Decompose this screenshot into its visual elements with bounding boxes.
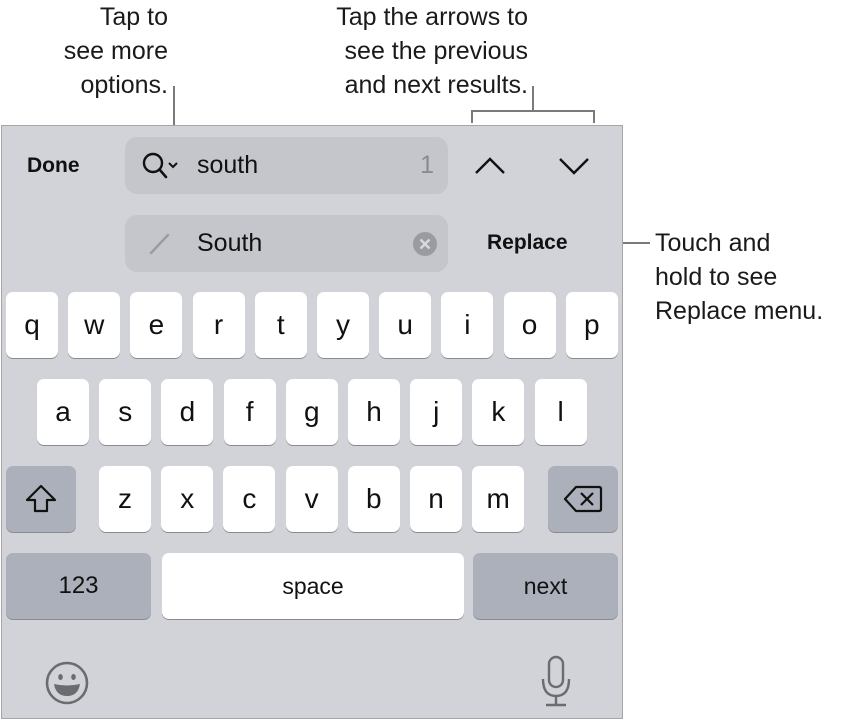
key-m[interactable]: m [472,466,525,532]
key-w[interactable]: w [68,292,121,358]
key-label: t [276,309,285,340]
key-d[interactable]: d [161,379,214,445]
leader-line-arrows-left [471,110,473,123]
replace-field[interactable]: South [125,215,448,272]
key-o[interactable]: o [503,292,556,358]
done-button[interactable]: Done [27,154,80,178]
next-key[interactable]: next [473,553,618,619]
callout-arrows: Tap the arrows to see the previous and n… [336,3,528,99]
key-label: e [148,309,165,340]
backspace-icon [563,485,603,513]
key-a[interactable]: a [37,379,89,445]
shift-icon [25,484,57,513]
key-label: h [366,396,382,427]
pencil-icon [149,233,170,255]
key-label: b [366,483,382,514]
callout-more-options: Tap to see more options. [63,3,168,99]
key-e[interactable]: e [130,292,183,358]
key-label: q [24,309,40,340]
key-h[interactable]: h [348,379,400,445]
clear-icon[interactable] [412,231,438,257]
delete-key[interactable] [548,466,618,532]
previous-result-button[interactable] [470,153,510,179]
key-label: n [428,483,444,514]
key-label: i [464,309,471,340]
key-f[interactable]: f [223,379,276,445]
key-v[interactable]: v [285,466,338,532]
key-label: c [242,483,257,514]
key-c[interactable]: c [223,466,276,532]
key-label: v [304,483,319,514]
key-y[interactable]: y [317,292,369,358]
key-g[interactable]: g [285,379,338,445]
key-label: k [491,396,506,427]
match-count: 1 [420,151,434,179]
find-replace-keyboard: Done south 1 South Replace q w e r t y u i o p a s… [1,125,623,719]
key-label: l [557,396,564,427]
key-s[interactable]: s [99,379,152,445]
key-label: y [336,309,350,340]
search-options-icon[interactable] [141,151,183,181]
key-n[interactable]: n [410,466,462,532]
key-label: p [584,309,600,340]
space-key[interactable]: space [162,553,464,619]
key-label: g [304,396,320,427]
key-t[interactable]: t [254,292,307,358]
key-k[interactable]: k [472,379,525,445]
emoji-icon[interactable] [44,660,90,706]
search-input[interactable]: south [197,151,258,180]
key-b[interactable]: b [347,466,400,532]
key-label: d [179,396,196,427]
key-label: r [213,309,224,340]
key-label: w [84,309,105,340]
key-i[interactable]: i [441,292,494,358]
replace-button[interactable]: Replace [487,231,568,255]
key-z[interactable]: z [99,466,151,532]
key-x[interactable]: x [161,466,214,532]
search-field[interactable]: south 1 [125,137,448,194]
key-label: s [118,396,133,427]
replace-input[interactable]: South [197,229,262,258]
leader-line-arrows-stem [532,86,534,112]
numbers-key[interactable]: 123 [6,553,151,619]
leader-line-arrows-bracket [471,110,595,112]
next-key-label: next [523,572,568,599]
leader-line-arrows-right [593,110,595,123]
key-u[interactable]: u [379,292,432,358]
key-q[interactable]: q [6,292,58,358]
key-label: o [521,309,538,340]
numbers-key-label: 123 [58,572,99,599]
key-label: f [245,396,254,427]
key-label: u [397,309,413,340]
callout-replace-menu: Touch and hold to see Replace menu. [655,229,824,325]
key-label: a [55,396,71,427]
key-l[interactable]: l [534,379,587,445]
key-label: x [180,483,195,514]
shift-key[interactable] [6,466,76,532]
key-r[interactable]: r [192,292,245,358]
key-j[interactable]: j [410,379,463,445]
key-p[interactable]: p [565,292,618,358]
key-label: j [433,396,440,427]
next-result-button[interactable] [554,153,594,179]
microphone-icon[interactable] [538,654,574,710]
key-label: z [118,483,132,514]
space-key-label: space [282,572,344,599]
key-label: m [486,483,510,514]
